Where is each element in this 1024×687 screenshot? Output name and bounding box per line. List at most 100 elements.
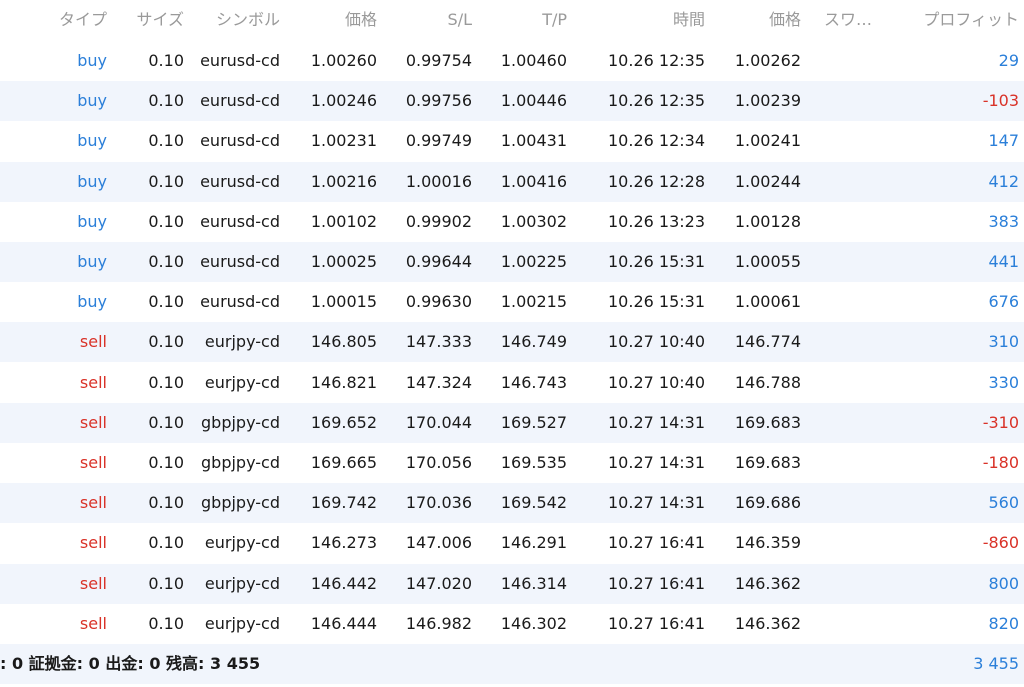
take-profit: 146.749 [500, 332, 567, 352]
table-row[interactable]: sell 0.10 eurjpy-cd 146.805 147.333 146.749 10… [0, 322, 1024, 363]
table-row[interactable]: sell 0.10 eurjpy-cd 146.444 146.982 146.302 10… [0, 604, 1024, 644]
stop-loss: 170.036 [405, 493, 472, 513]
trade-history-table: タイプ サイズ シンボル 価格 S/L T/P 時間 価格 スワ… プロフィット… [0, 0, 1024, 687]
table-row[interactable]: sell 0.10 gbpjpy-cd 169.652 170.044 169.527 10… [0, 402, 1024, 443]
open-price: 1.00102 [310, 211, 377, 231]
trade-size: 0.10 [148, 332, 184, 352]
trade-type: buy [77, 252, 107, 271]
trade-swap [808, 202, 894, 242]
trade-profit: 330 [988, 372, 1019, 392]
table-row[interactable]: sell 0.10 gbpjpy-cd 169.742 170.036 169.542 10… [0, 483, 1024, 524]
open-time: 10.27 14:31 [608, 453, 705, 472]
trade-symbol: eurusd-cd [200, 292, 280, 312]
trade-type: buy [77, 91, 107, 111]
trade-symbol: eurusd-cd [200, 51, 280, 70]
trade-profit: 147 [988, 131, 1019, 151]
open-price: 169.665 [310, 453, 377, 472]
trade-profit: 800 [988, 573, 1019, 593]
table-row[interactable]: buy 0.10 eurusd-cd 1.00015 0.99630 1.00215 10.… [0, 282, 1024, 322]
trade-size: 0.10 [148, 51, 184, 70]
open-price: 1.00025 [310, 252, 377, 271]
current-price: 169.683 [734, 453, 801, 472]
trade-profit: 29 [998, 51, 1019, 70]
trade-size: 0.10 [148, 252, 184, 271]
current-price: 1.00055 [734, 252, 801, 271]
trade-type: buy [77, 131, 107, 151]
header-current-price[interactable]: 価格 [715, 0, 801, 40]
total-profit: 3 455 [973, 654, 1019, 673]
current-price: 169.683 [734, 412, 801, 432]
header-profit[interactable]: プロフィット [900, 0, 1019, 40]
trade-size: 0.10 [148, 131, 184, 151]
trade-size: 0.10 [148, 573, 184, 593]
table-row[interactable]: buy 0.10 eurusd-cd 1.00216 1.00016 1.00416 10.… [0, 161, 1024, 202]
take-profit: 169.527 [500, 412, 567, 432]
open-time: 10.27 10:40 [608, 332, 705, 352]
header-price[interactable]: 価格 [290, 0, 377, 40]
table-row[interactable]: buy 0.10 eurusd-cd 1.00246 0.99756 1.00446 10.… [0, 81, 1024, 122]
table-row[interactable]: sell 0.10 eurjpy-cd 146.821 147.324 146.743 10… [0, 363, 1024, 403]
trade-swap [808, 282, 894, 322]
trade-swap [808, 41, 894, 81]
trade-profit: 560 [988, 493, 1019, 513]
open-price: 1.00260 [310, 51, 377, 70]
trade-size: 0.10 [148, 91, 184, 111]
table-row[interactable]: sell 0.10 eurjpy-cd 146.442 147.020 146.314 10… [0, 563, 1024, 604]
trade-profit: 383 [988, 211, 1019, 231]
stop-loss: 1.00016 [405, 171, 472, 191]
open-time: 10.27 16:41 [608, 573, 705, 593]
trade-symbol: gbpjpy-cd [201, 453, 280, 472]
trade-symbol: eurjpy-cd [204, 573, 280, 593]
trade-profit: -180 [982, 453, 1019, 472]
trade-type: sell [79, 573, 107, 593]
take-profit: 146.302 [500, 613, 567, 633]
open-time: 10.27 10:40 [608, 372, 705, 392]
trade-size: 0.10 [148, 292, 184, 312]
stop-loss: 0.99644 [405, 252, 472, 271]
table-row[interactable]: buy 0.10 eurusd-cd 1.00102 0.99902 1.00302 10.… [0, 202, 1024, 242]
open-time: 10.26 12:35 [608, 51, 705, 70]
trade-size: 0.10 [148, 211, 184, 231]
trade-size: 0.10 [148, 171, 184, 191]
open-time: 10.26 15:31 [608, 292, 705, 312]
take-profit: 1.00225 [500, 252, 567, 271]
trade-size: 0.10 [148, 613, 184, 633]
trade-type: buy [77, 211, 107, 231]
open-price: 146.821 [310, 372, 377, 392]
header-swap[interactable]: スワ… [808, 0, 894, 40]
trade-profit: 441 [988, 252, 1019, 271]
header-type[interactable]: タイプ [20, 0, 107, 40]
header-sl[interactable]: S/L [385, 0, 472, 40]
trade-profit: -103 [982, 91, 1019, 111]
table-row[interactable]: buy 0.10 eurusd-cd 1.00025 0.99644 1.00225 10.… [0, 242, 1024, 282]
table-row[interactable]: sell 0.10 gbpjpy-cd 169.665 170.056 169.535 10… [0, 443, 1024, 483]
open-price: 169.652 [310, 412, 377, 432]
trade-type: sell [79, 372, 107, 392]
header-time[interactable]: 時間 [580, 0, 705, 40]
trade-profit: -310 [982, 412, 1019, 432]
open-price: 1.00231 [310, 131, 377, 151]
current-price: 146.359 [734, 533, 801, 553]
current-price: 146.362 [734, 573, 801, 593]
trade-swap [808, 403, 894, 443]
trade-swap [808, 242, 894, 282]
trade-swap [808, 564, 894, 604]
current-price: 1.00061 [734, 292, 801, 312]
header-size[interactable]: サイズ [110, 0, 184, 40]
table-row[interactable]: sell 0.10 eurjpy-cd 146.273 147.006 146.291 10… [0, 523, 1024, 563]
open-time: 10.26 12:35 [608, 91, 705, 111]
trade-size: 0.10 [148, 453, 184, 472]
trade-type: sell [79, 412, 107, 432]
header-symbol[interactable]: シンボル [190, 0, 280, 40]
trade-swap [808, 604, 894, 644]
header-tp[interactable]: T/P [480, 0, 567, 40]
stop-loss: 170.056 [405, 453, 472, 472]
open-time: 10.27 14:31 [608, 493, 705, 513]
trade-size: 0.10 [148, 372, 184, 392]
open-time: 10.27 14:31 [608, 412, 705, 432]
table-row[interactable]: buy 0.10 eurusd-cd 1.00231 0.99749 1.00431 10.… [0, 121, 1024, 161]
open-time: 10.26 12:28 [608, 171, 705, 191]
table-row[interactable]: buy 0.10 eurusd-cd 1.00260 0.99754 1.00460 10.… [0, 41, 1024, 81]
take-profit: 169.542 [500, 493, 567, 513]
trade-swap [808, 322, 894, 362]
